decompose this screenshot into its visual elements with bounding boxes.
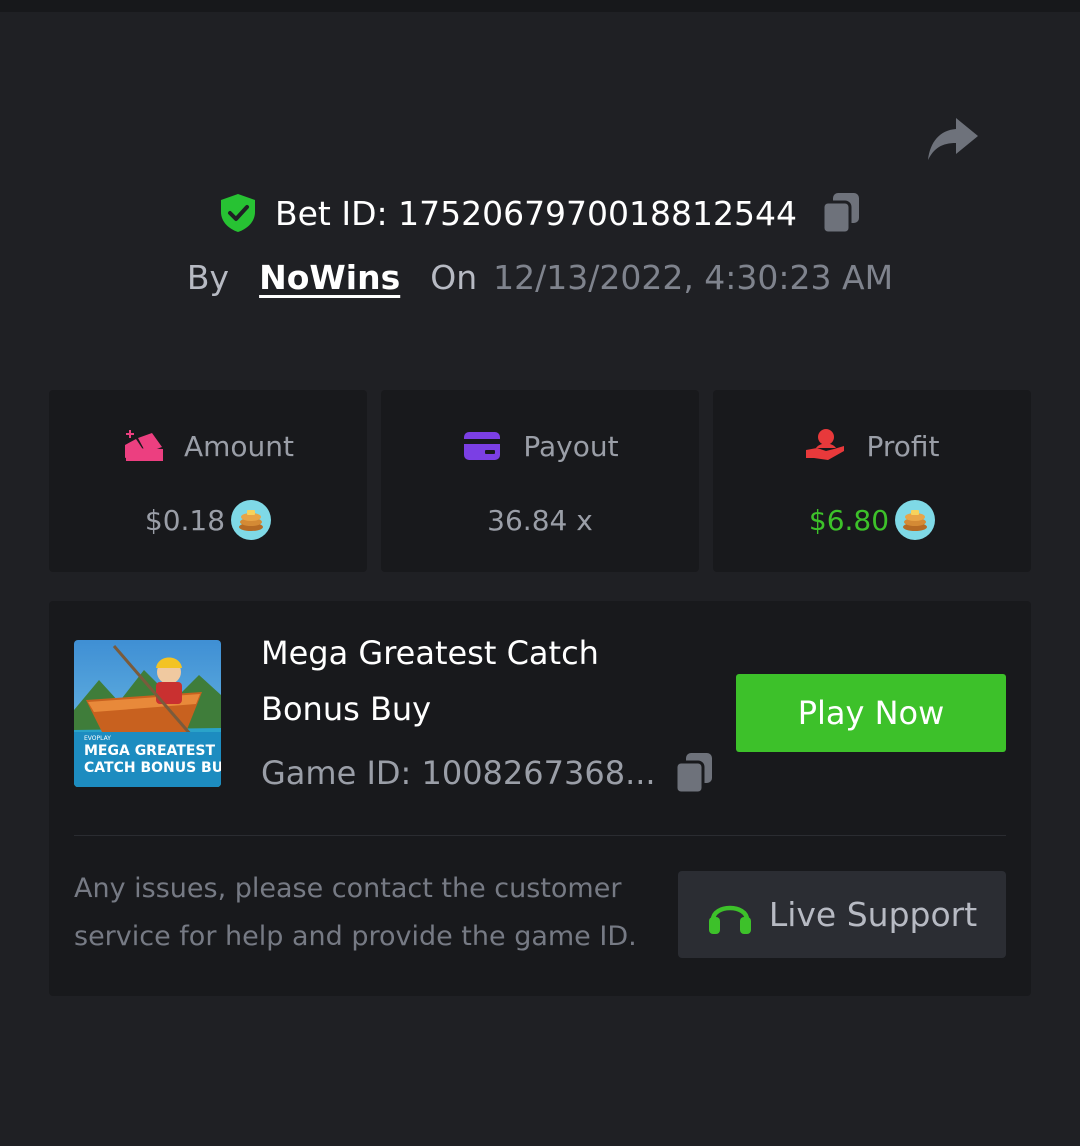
- bet-meta-row: By NoWins On 12/13/2022, 4:30:23 AM: [0, 252, 1080, 302]
- support-notice: Any issues, please contact the customer …: [74, 873, 637, 952]
- thumb-title-line1: MEGA GREATEST: [84, 743, 215, 759]
- live-support-label: Live Support: [768, 895, 978, 934]
- copy-icon[interactable]: [821, 191, 861, 235]
- payout-value: 36.84 x: [487, 503, 593, 537]
- game-id: Game ID: 1008267368...: [261, 754, 656, 792]
- username-link[interactable]: NoWins: [259, 258, 400, 297]
- amount-value: $0.18: [144, 503, 226, 537]
- game-title[interactable]: Mega Greatest Catch Bonus Buy: [261, 625, 681, 737]
- play-now-button[interactable]: Play Now: [736, 674, 1006, 752]
- game-id-row: Game ID: 1008267368...: [261, 749, 714, 797]
- amount-icon: [124, 430, 163, 461]
- profit-card: Profit $6.80: [713, 390, 1031, 572]
- amount-card: Amount $0.18: [49, 390, 367, 572]
- live-support-button[interactable]: Live Support: [678, 871, 1006, 958]
- on-label: On: [430, 257, 478, 297]
- bet-id: Bet ID: 1752067970018812544: [274, 193, 798, 233]
- amount-label: Amount: [183, 429, 295, 463]
- profit-label: Profit: [866, 429, 940, 463]
- game-thumbnail[interactable]: EVOPLAY MEGA GREATEST CATCH BONUS BUY: [74, 640, 221, 787]
- payout-label: Payout: [523, 429, 619, 463]
- copy-icon[interactable]: [674, 751, 714, 795]
- payout-card: Payout 36.84 x: [381, 390, 699, 572]
- profit-value: $6.80: [808, 503, 890, 537]
- share-icon[interactable]: [924, 114, 980, 166]
- divider: [74, 835, 1006, 836]
- payout-card-icon: [464, 432, 501, 460]
- thumb-brand: EVOPLAY: [84, 735, 111, 742]
- bet-id-row: Bet ID: 1752067970018812544: [0, 188, 1080, 238]
- profit-hand-icon: [806, 429, 845, 460]
- pancake-coin-icon: [895, 500, 936, 540]
- top-bar: [0, 0, 1080, 12]
- game-card: EVOPLAY MEGA GREATEST CATCH BONUS BUY Me…: [49, 601, 1031, 996]
- by-label: By: [186, 257, 230, 297]
- thumb-title-line2: CATCH BONUS BUY: [84, 760, 221, 776]
- bet-datetime: 12/13/2022, 4:30:23 AM: [493, 257, 894, 297]
- verified-shield-icon: [220, 194, 255, 232]
- pancake-coin-icon: [231, 500, 272, 540]
- headset-icon: [708, 905, 751, 934]
